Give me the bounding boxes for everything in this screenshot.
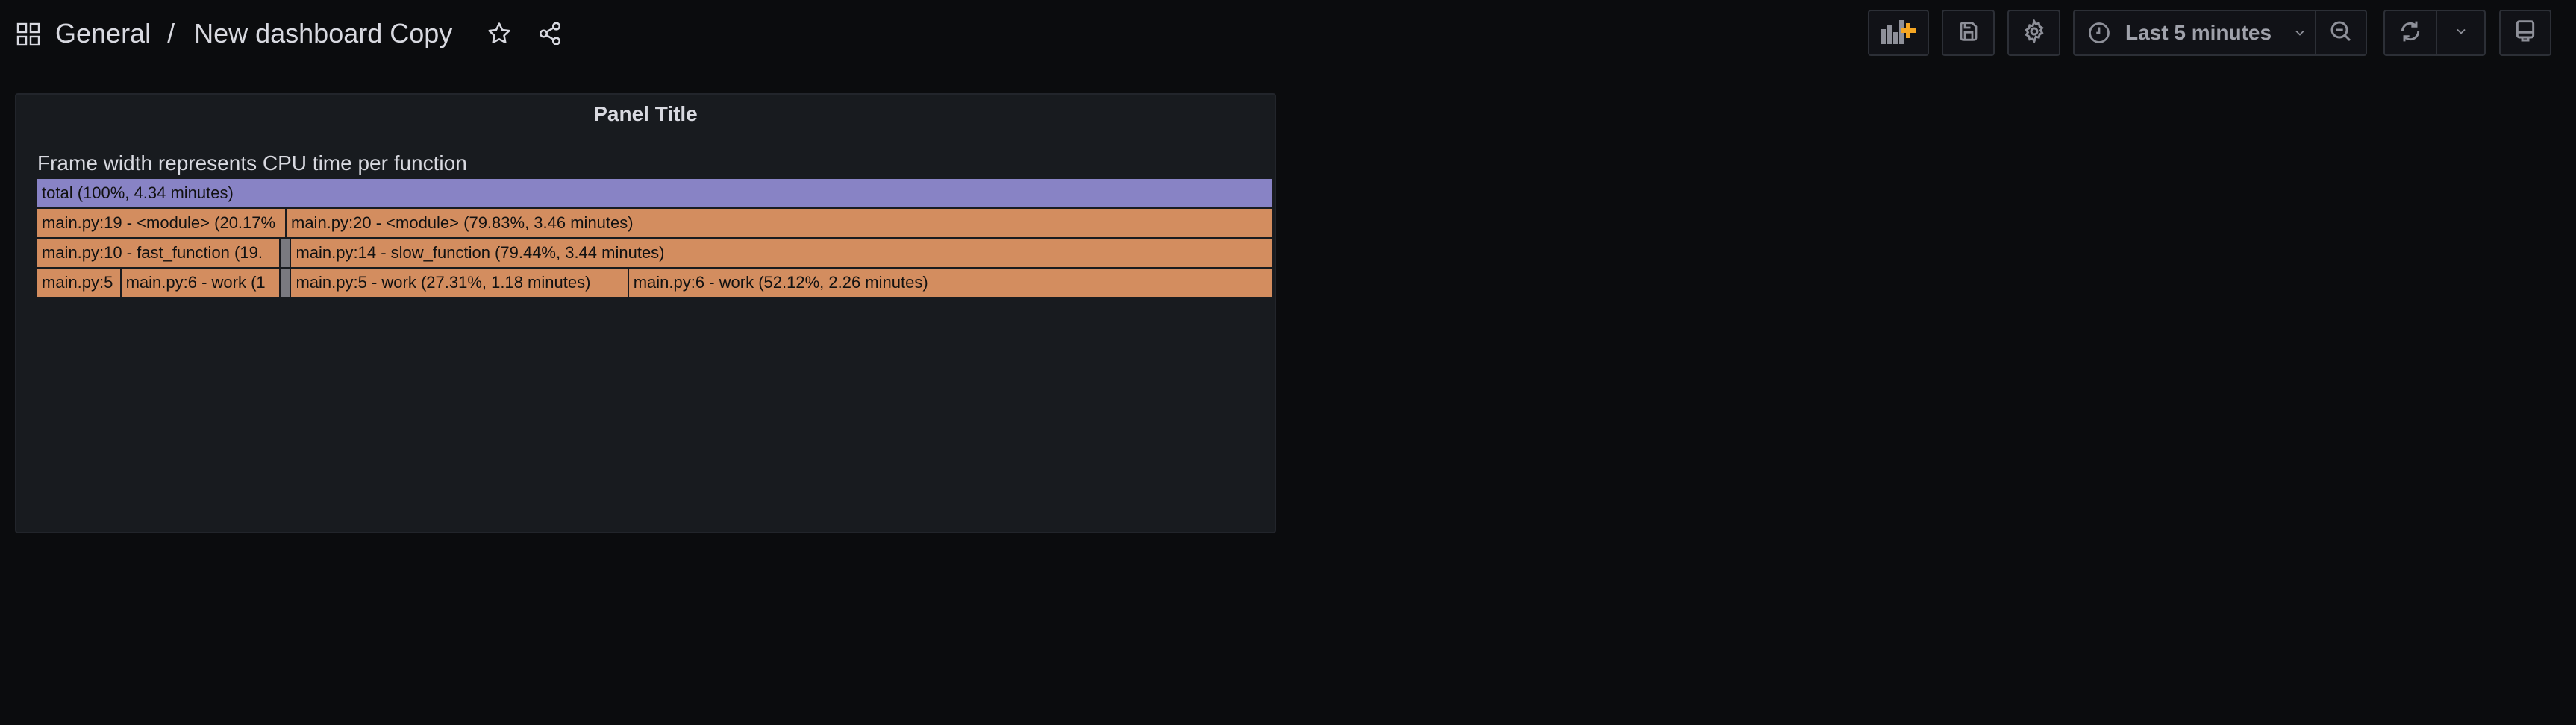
flame-graph[interactable]: total (100%, 4.34 minutes) main.py:19 - <… (37, 179, 1273, 298)
star-icon[interactable] (487, 21, 512, 46)
monitor-icon (2513, 19, 2537, 47)
breadcrumb-folder[interactable]: General (55, 18, 151, 49)
settings-button[interactable] (2007, 10, 2060, 56)
save-icon (1957, 20, 1980, 46)
flame-frame-root[interactable]: total (100%, 4.34 minutes) (37, 179, 1273, 207)
refresh-icon (2398, 19, 2422, 47)
add-panel-button[interactable] (1868, 10, 1929, 56)
add-panel-icon (1880, 19, 1917, 48)
flame-frame[interactable]: main.py:10 - fast_function (19. (37, 239, 281, 267)
flame-frame[interactable]: main.py:19 - <module> (20.17% (37, 209, 287, 237)
chevron-down-icon (2292, 25, 2307, 40)
time-range-label: Last 5 minutes (2125, 21, 2272, 44)
apps-icon[interactable] (16, 22, 40, 46)
flame-frame-collapsed[interactable] (281, 239, 292, 267)
share-icon[interactable] (537, 21, 563, 46)
clock-icon (2088, 22, 2110, 44)
breadcrumb: General / New dashboard Copy (16, 15, 563, 52)
flame-frame-collapsed[interactable] (281, 269, 292, 297)
flame-frame[interactable]: main.py:14 - slow_function (79.44%, 3.44… (291, 239, 1273, 267)
tv-mode-button[interactable] (2499, 10, 2551, 56)
flame-graph-description: Frame width represents CPU time per func… (37, 151, 467, 175)
save-dashboard-button[interactable] (1942, 10, 1995, 56)
chevron-down-icon (2454, 24, 2469, 43)
gear-icon (2022, 18, 2046, 47)
refresh-interval-dropdown[interactable] (2436, 10, 2486, 56)
zoom-out-icon (2329, 19, 2353, 47)
refresh-button[interactable] (2383, 10, 2437, 56)
flame-frame[interactable]: main.py:6 - work (1 (121, 269, 281, 297)
flame-graph-panel: Panel Title Frame width represents CPU t… (15, 93, 1276, 533)
flame-frame[interactable]: main.py:5 - work (27.31%, 1.18 minutes) (291, 269, 629, 297)
dashboard-title[interactable]: New dashboard Copy (194, 18, 452, 49)
flame-frame[interactable]: main.py:5 (37, 269, 122, 297)
panel-title[interactable]: Panel Title (16, 102, 1275, 126)
breadcrumb-separator: / (167, 18, 175, 48)
flame-frame[interactable]: main.py:6 - work (52.12%, 2.26 minutes) (628, 269, 1273, 297)
time-picker-button[interactable]: Last 5 minutes (2073, 10, 2316, 56)
flame-frame[interactable]: main.py:20 - <module> (79.83%, 3.46 minu… (287, 209, 1273, 237)
zoom-out-button[interactable] (2315, 10, 2367, 56)
